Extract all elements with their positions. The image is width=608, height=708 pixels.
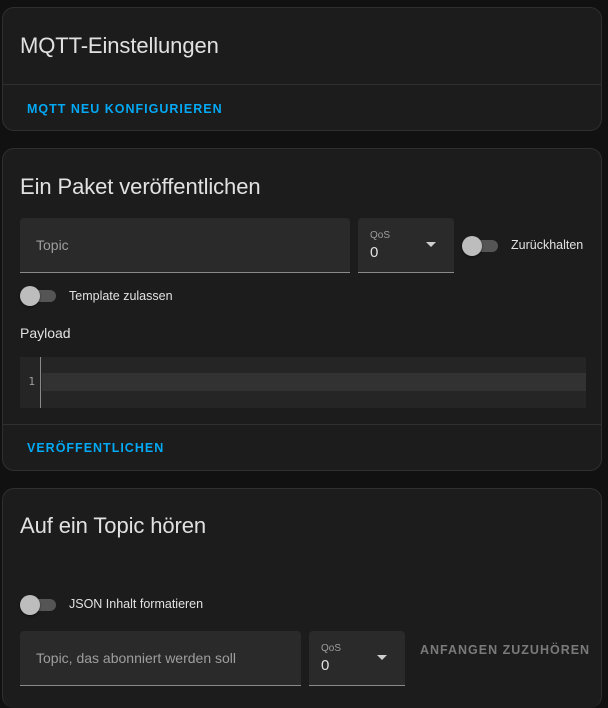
allow-template-label: Template zulassen [69, 289, 173, 303]
publish-card-title: Ein Paket veröffentlichen [20, 174, 261, 199]
publish-qos-value: 0 [370, 244, 379, 261]
retain-switch-thumb [462, 236, 482, 256]
allow-template-switch-thumb [20, 286, 40, 306]
publish-button[interactable]: VERÖFFENTLICHEN [27, 441, 164, 455]
publish-qos-select[interactable]: QoS 0 [358, 218, 454, 273]
chevron-down-icon [377, 655, 387, 660]
editor-line-number: 1 [28, 375, 35, 388]
editor-active-line [42, 373, 586, 391]
format-json-switch-thumb [20, 595, 40, 615]
editor-gutter: 1 [20, 357, 41, 408]
reconfigure-mqtt-button[interactable]: MQTT NEU KONFIGURIEREN [27, 102, 223, 116]
settings-card-title: MQTT-Einstellungen [20, 33, 219, 58]
publish-packet-card: Ein Paket veröffentlichen Topic QoS 0 Zu… [2, 148, 602, 471]
listen-topic-card: Auf ein Topic hören JSON Inhalt formatie… [2, 488, 602, 708]
subscribe-topic-input[interactable]: Topic, das abonniert werden soll [20, 631, 301, 686]
format-json-label: JSON Inhalt formatieren [69, 597, 204, 611]
publish-card-divider [3, 424, 601, 425]
publish-qos-label: QoS [370, 230, 391, 241]
settings-card-divider [3, 84, 601, 85]
chevron-down-icon [426, 242, 436, 247]
allow-template-switch[interactable] [20, 285, 56, 306]
publish-topic-input[interactable]: Topic [20, 218, 350, 273]
listen-card-title: Auf ein Topic hören [20, 513, 207, 538]
listen-qos-label: QoS [321, 643, 342, 654]
retain-switch[interactable] [462, 235, 498, 256]
format-json-switch[interactable] [20, 594, 56, 615]
payload-editor[interactable]: 1 [20, 357, 586, 408]
subscribe-topic-placeholder: Topic, das abonniert werden soll [36, 650, 237, 666]
retain-label: Zurückhalten [511, 238, 584, 252]
mqtt-settings-card: MQTT-Einstellungen MQTT NEU KONFIGURIERE… [2, 7, 602, 131]
start-listening-button[interactable]: ANFANGEN ZUZUHÖREN [420, 643, 590, 657]
listen-qos-value: 0 [321, 657, 330, 674]
payload-label: Payload [20, 325, 71, 341]
listen-qos-select[interactable]: QoS 0 [309, 631, 405, 686]
publish-topic-placeholder: Topic [36, 237, 69, 253]
